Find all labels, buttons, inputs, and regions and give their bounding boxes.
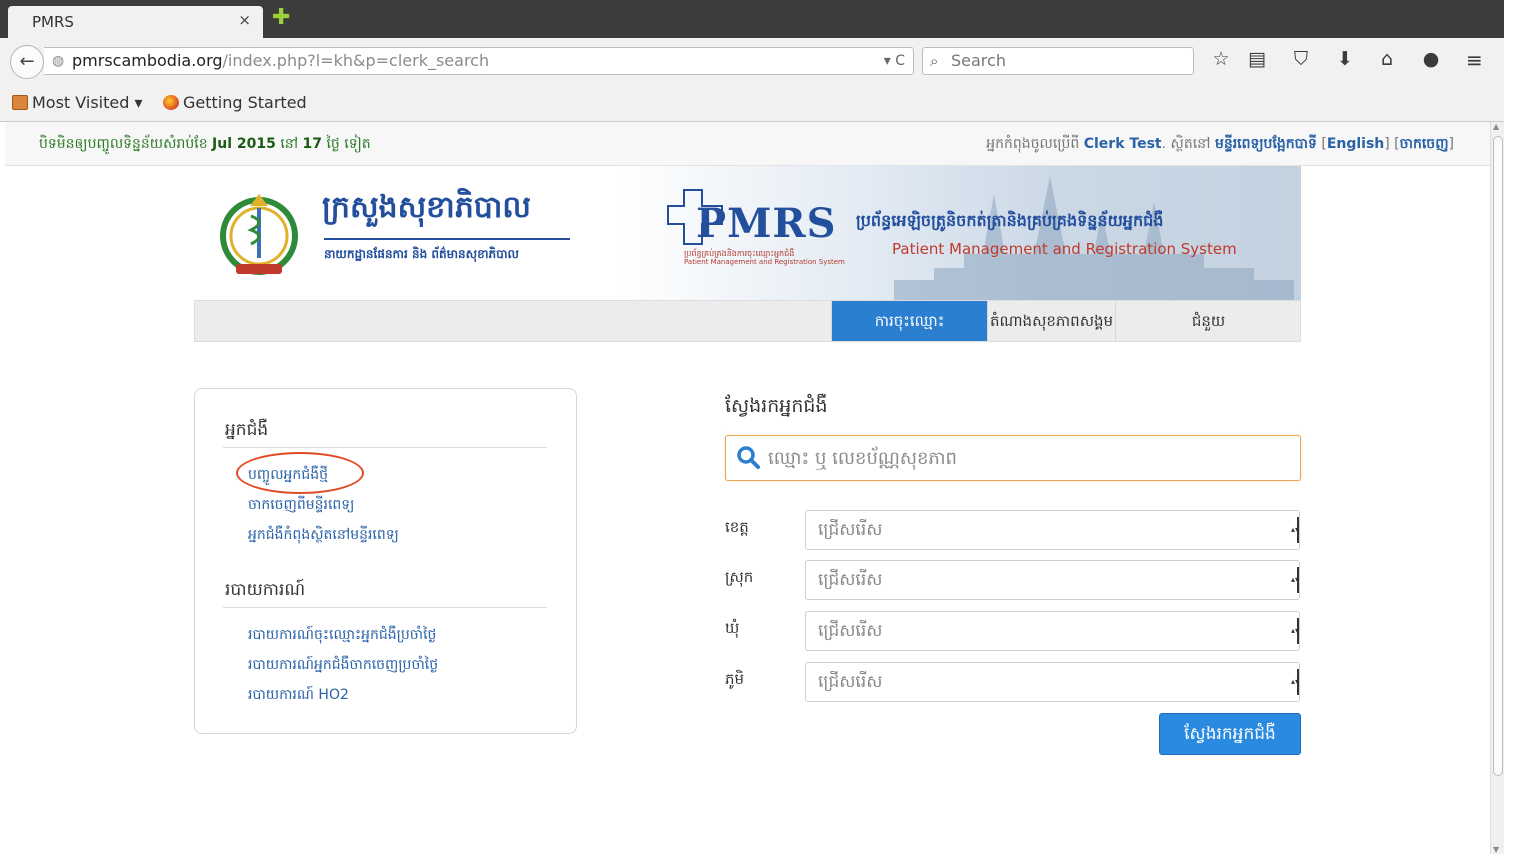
notice-days: 17 xyxy=(302,136,323,152)
chat-icon[interactable]: ● xyxy=(1418,48,1444,70)
bookmark-label: Most Visited ▾ xyxy=(32,93,143,112)
select-value: ជ្រើសរើស xyxy=(818,672,883,692)
ministry-subtitle: នាយកដ្ឋានផែនការ និង ព័ត៌មានសុខាភិបាល xyxy=(324,247,519,261)
page-scrollbar[interactable]: ▲ ▼ xyxy=(1490,122,1504,854)
system-title-kh: ប្រព័ន្ធអេឡិចត្រូនិចកត់ត្រានិងគ្រប់គ្រងទ… xyxy=(856,211,1164,230)
district-label: ស្រុក xyxy=(725,568,754,586)
pocket-icon[interactable]: ⛉ xyxy=(1288,48,1314,70)
user-info: អ្នកកំពុងចូលប្រើពី Clerk Test. ស្ថិតនៅ ម… xyxy=(986,136,1454,152)
bookmark-label: Getting Started xyxy=(183,93,307,112)
nav-help[interactable]: ជំនួយ xyxy=(1115,301,1301,341)
province-label: ខេត្ត xyxy=(725,518,749,536)
system-title-en: Patient Management and Registration Syst… xyxy=(892,240,1237,258)
tab-title: PMRS xyxy=(32,13,74,31)
reload-icon[interactable]: ▾ C xyxy=(884,48,905,74)
scroll-down-icon[interactable]: ▼ xyxy=(1493,845,1499,854)
logo-small-en: Patient Management and Registration Syst… xyxy=(684,258,845,266)
patients-heading: អ្នកជំងឺ xyxy=(225,420,269,440)
search-icon xyxy=(737,446,760,469)
search-icon: ⌕ xyxy=(930,52,939,70)
daily-registration-report-link[interactable]: របាយការណ៍ចុះឈ្មោះអ្នកជំងឺប្រចាំថ្ងៃ xyxy=(248,625,436,646)
tab-bar: PMRS × ✚ xyxy=(0,0,1513,38)
back-button[interactable]: ← xyxy=(10,45,44,79)
logout-link[interactable]: ចាកចេញ xyxy=(1400,136,1449,152)
highlight-annotation xyxy=(236,452,364,494)
ministry-title: ក្រសួងសុខាភិបាល xyxy=(322,190,531,225)
select-value: ជ្រើសរើស xyxy=(818,570,883,590)
dropdown-caret-icon: ▴▾ xyxy=(1291,567,1299,593)
scroll-up-icon[interactable]: ▲ xyxy=(1493,122,1499,131)
hospital-name: មន្ទីរពេទ្យបង្អែកបាទី xyxy=(1214,136,1317,152)
notice-month: Jul 2015 xyxy=(212,136,276,152)
notice-prefix: បិទមិនឲ្យបញ្ចូលទិន្នន័យសំរាប់ខែ xyxy=(39,136,208,152)
url-bar[interactable]: ◍ pmrscambodia.org/index.php?l=kh&p=cler… xyxy=(44,47,914,75)
main-nav: ការចុះឈ្មោះ តំណាងសុខភាពសង្គម ជំនួយ xyxy=(194,300,1301,342)
navigation-toolbar: ← ◍ pmrscambodia.org/index.php?l=kh&p=cl… xyxy=(0,38,1513,84)
user-name: Clerk Test xyxy=(1083,136,1162,152)
search-form-title: ស្វែងរកអ្នកជំងឺ xyxy=(725,395,828,417)
user-mid: . ស្ថិតនៅ xyxy=(1161,136,1211,152)
reports-heading: របាយការណ៍ xyxy=(225,580,306,600)
notice-mid: នៅ xyxy=(280,136,299,152)
user-prefix: អ្នកកំពុងចូលប្រើពី xyxy=(986,136,1080,152)
ho2-report-link[interactable]: របាយការណ៍ HO2 xyxy=(248,685,349,706)
url-path: /index.php?l=kh&p=clerk_search xyxy=(222,51,490,70)
english-link[interactable]: English xyxy=(1327,136,1384,152)
commune-label: ឃុំ xyxy=(725,619,740,637)
dropdown-caret-icon: ▴▾ xyxy=(1291,618,1299,644)
divider xyxy=(223,607,547,608)
angkor-temple-image xyxy=(894,176,1294,300)
folder-icon xyxy=(12,95,28,110)
site-header: ក្រសួងសុខាភិបាល នាយកដ្ឋានផែនការ និង ព័ត៌… xyxy=(194,166,1301,300)
page-viewport: បិទមិនឲ្យបញ្ចូលទិន្នន័យសំរាប់ខែ Jul 2015… xyxy=(0,122,1490,854)
browser-search-input[interactable]: ⌕ Search xyxy=(922,47,1194,75)
pmrs-logo-text: PMRS xyxy=(696,200,837,247)
inpatients-link[interactable]: អ្នកជំងឺកំពុងស្ថិតនៅមន្ទីរពេទ្យ xyxy=(248,525,399,546)
download-icon[interactable]: ⬇ xyxy=(1332,48,1358,70)
district-select[interactable]: ជ្រើសរើស ▴▾ xyxy=(805,560,1300,600)
select-value: ជ្រើសរើស xyxy=(818,621,883,641)
pmrs-logo: PMRS ប្រព័ន្ធគ្រប់គ្រងនិងការចុះឈ្មោះអ្នក… xyxy=(666,188,848,274)
browser-search-placeholder: Search xyxy=(951,51,1006,70)
back-arrow-icon: ← xyxy=(19,51,35,72)
nav-social-health[interactable]: តំណាងសុខភាពសង្គម xyxy=(987,301,1115,341)
status-strip: បិទមិនឲ្យបញ្ចូលទិន្នន័យសំរាប់ខែ Jul 2015… xyxy=(5,122,1490,166)
bookmark-most-visited[interactable]: Most Visited ▾ xyxy=(12,93,143,112)
daily-discharge-report-link[interactable]: របាយការណ៍អ្នកជំងឺចាកចេញប្រចាំថ្ងៃ xyxy=(248,655,438,676)
patient-search-input[interactable] xyxy=(768,444,1288,472)
village-label: ភូមិ xyxy=(725,670,745,688)
url-host: pmrscambodia.org xyxy=(72,51,223,70)
window-edge xyxy=(1504,0,1513,854)
reading-list-icon[interactable]: ▤ xyxy=(1244,48,1270,70)
search-patient-button[interactable]: ស្វែងរកអ្នកជំងឺ xyxy=(1159,713,1301,755)
commune-select[interactable]: ជ្រើសរើស ▴▾ xyxy=(805,611,1300,651)
data-entry-notice: បិទមិនឲ្យបញ្ចូលទិន្នន័យសំរាប់ខែ Jul 2015… xyxy=(39,134,371,155)
globe-icon: ◍ xyxy=(52,53,65,69)
select-value: ជ្រើសរើស xyxy=(818,520,883,540)
discharge-link[interactable]: ចាកចេញពីមន្ទីរពេទ្យ xyxy=(248,495,354,516)
menu-icon[interactable]: ≡ xyxy=(1466,48,1483,72)
bookmark-getting-started[interactable]: Getting Started xyxy=(163,93,307,112)
tab-close-icon[interactable]: × xyxy=(238,11,251,29)
bookmark-star-icon[interactable]: ☆ xyxy=(1208,48,1234,70)
new-tab-icon[interactable]: ✚ xyxy=(272,7,290,29)
nav-registration[interactable]: ការចុះឈ្មោះ xyxy=(831,301,987,341)
dropdown-caret-icon: ▴▾ xyxy=(1291,669,1299,695)
divider xyxy=(223,447,547,448)
title-underline xyxy=(324,238,570,240)
home-icon[interactable]: ⌂ xyxy=(1374,48,1400,70)
patient-search-box[interactable] xyxy=(725,435,1301,481)
browser-tab[interactable]: PMRS × xyxy=(8,6,263,38)
ministry-emblem-icon xyxy=(220,194,298,275)
url-text: pmrscambodia.org/index.php?l=kh&p=clerk_… xyxy=(72,48,489,74)
village-select[interactable]: ជ្រើសរើស ▴▾ xyxy=(805,662,1300,702)
bookmarks-toolbar: Most Visited ▾ Getting Started xyxy=(0,84,1513,122)
sidebar-panel: អ្នកជំងឺ បញ្ចូលអ្នកជំងឺថ្មី ចាកចេញពីមន្ទ… xyxy=(194,388,577,734)
dropdown-caret-icon: ▴▾ xyxy=(1291,517,1299,543)
firefox-icon xyxy=(163,95,179,110)
scroll-thumb[interactable] xyxy=(1493,136,1503,776)
province-select[interactable]: ជ្រើសរើស ▴▾ xyxy=(805,510,1300,550)
notice-suffix: ថ្ងៃ ទៀត xyxy=(326,136,371,152)
